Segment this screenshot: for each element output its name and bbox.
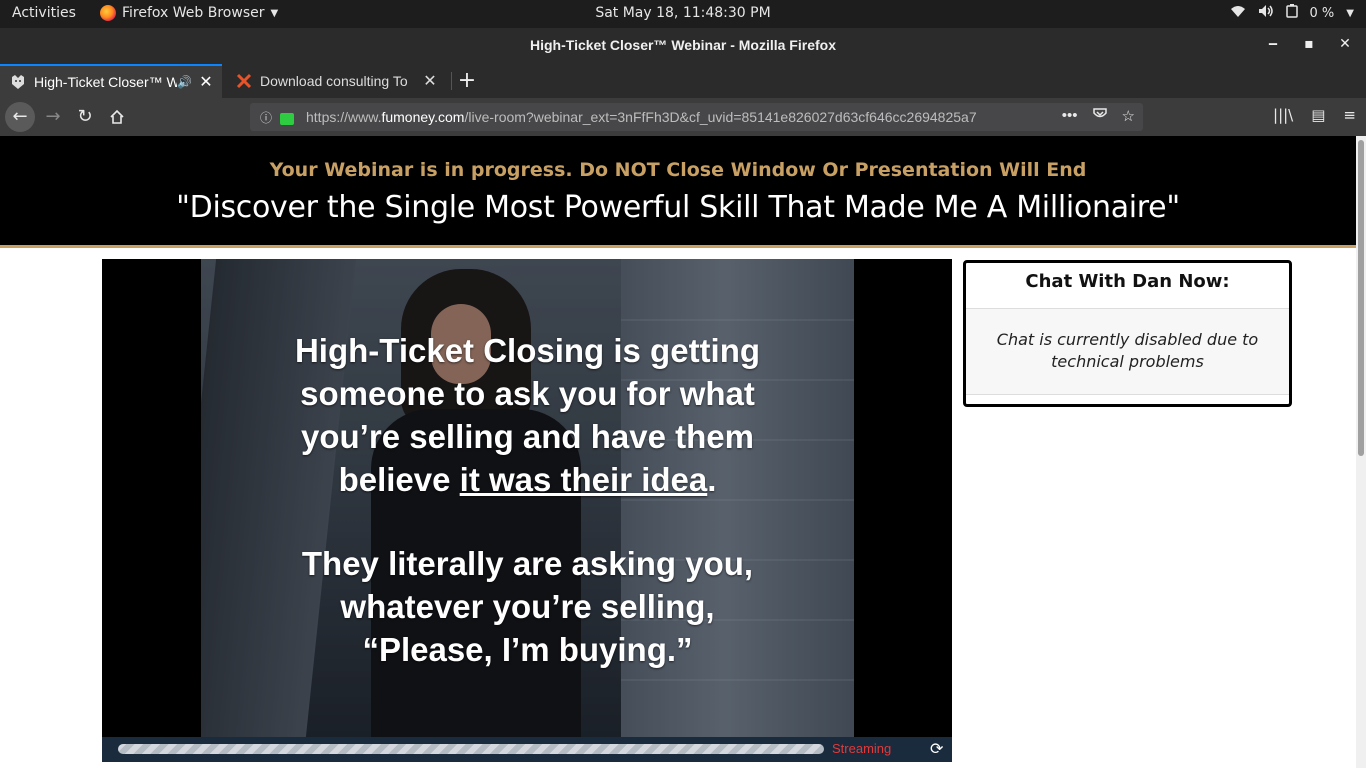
close-window-button[interactable]: ✕ [1338,36,1352,52]
back-button[interactable]: ← [5,102,35,132]
progress-notice: Your Webinar is in progress. Do NOT Clos… [269,159,1087,181]
chevron-down-icon: ▼ [1346,7,1354,19]
navigation-toolbar: ← → ↻ ⓘ https://www.fumoney.com/live-roo… [0,98,1366,136]
speaker-icon[interactable]: 🔊 [177,75,192,89]
tab-label: Download consulting To [260,73,408,89]
address-bar[interactable]: ⓘ https://www.fumoney.com/live-room?webi… [250,103,1143,131]
info-icon[interactable]: ⓘ [260,109,278,126]
x-icon [236,73,252,89]
webinar-header: Your Webinar is in progress. Do NOT Clos… [0,136,1356,248]
close-tab-button[interactable]: ✕ [420,71,440,91]
home-button[interactable] [102,102,132,132]
pocket-icon[interactable] [1092,107,1108,125]
tab-separator [451,72,452,90]
reload-button[interactable]: ↻ [70,102,100,132]
chat-heading: Chat With Dan Now: [966,263,1289,309]
forward-button[interactable]: → [38,102,68,132]
wifi-icon [1230,4,1246,22]
slide-text-block-2: They literally are asking you, whatever … [301,545,754,668]
streaming-status: Streaming [832,741,892,756]
new-tab-button[interactable]: + [455,66,479,96]
page-scrollbar[interactable] [1356,136,1366,768]
scrollbar-thumb[interactable] [1358,140,1364,456]
bookmark-star-icon[interactable]: ☆ [1122,107,1135,125]
panther-icon [10,74,26,90]
library-icon[interactable]: |||\ [1273,106,1293,124]
app-menu[interactable]: Firefox Web Browser ▼ [100,5,278,21]
progress-bar[interactable] [118,744,824,754]
page-actions-icon[interactable]: ••• [1062,107,1078,125]
tab-webinar[interactable]: High-Ticket Closer™ W 🔊 ✕ [0,64,222,98]
app-menu-label: Firefox Web Browser [122,5,265,21]
close-tab-button[interactable]: ✕ [196,72,216,92]
url-text[interactable]: https://www.fumoney.com/live-room?webina… [306,109,1036,125]
window-title: High-Ticket Closer™ Webinar - Mozilla Fi… [530,37,836,53]
presentation-slide: High-Ticket Closing is getting someone t… [201,259,854,737]
system-tray[interactable]: 0 % ▼ [1230,4,1354,22]
player-controls: Streaming ⟳ [102,737,952,762]
hamburger-menu-icon[interactable]: ≡ [1343,106,1356,124]
webinar-title: "Discover the Single Most Powerful Skill… [176,190,1180,225]
chat-disabled-message: Chat is currently disabled due to techni… [966,309,1289,395]
minimize-button[interactable]: ‒ [1266,36,1280,52]
battery-icon [1285,4,1298,22]
maximize-button[interactable]: ▪ [1302,36,1316,52]
tab-download-consulting[interactable]: Download consulting To ✕ [226,64,446,98]
battery-percent: 0 % [1309,5,1335,21]
chevron-down-icon: ▼ [270,7,279,19]
activities-button[interactable]: Activities [12,5,76,21]
tab-strip: High-Ticket Closer™ W 🔊 ✕ Download consu… [0,64,1366,98]
tab-label: High-Ticket Closer™ W [34,74,178,90]
volume-icon [1258,4,1274,22]
system-top-bar: Activities Firefox Web Browser ▼ Sat May… [0,0,1366,28]
webpage: Your Webinar is in progress. Do NOT Clos… [0,136,1356,768]
sidebar-icon[interactable]: ▤ [1311,106,1325,124]
lock-icon[interactable] [280,113,294,125]
firefox-icon [100,5,116,21]
window-title-bar: High-Ticket Closer™ Webinar - Mozilla Fi… [0,28,1366,64]
video-player[interactable]: High-Ticket Closing is getting someone t… [102,259,952,762]
slide-text-block-1: High-Ticket Closing is getting someone t… [294,332,761,498]
chat-panel: Chat With Dan Now: Chat is currently dis… [963,260,1292,407]
refresh-icon[interactable]: ⟳ [930,739,943,758]
